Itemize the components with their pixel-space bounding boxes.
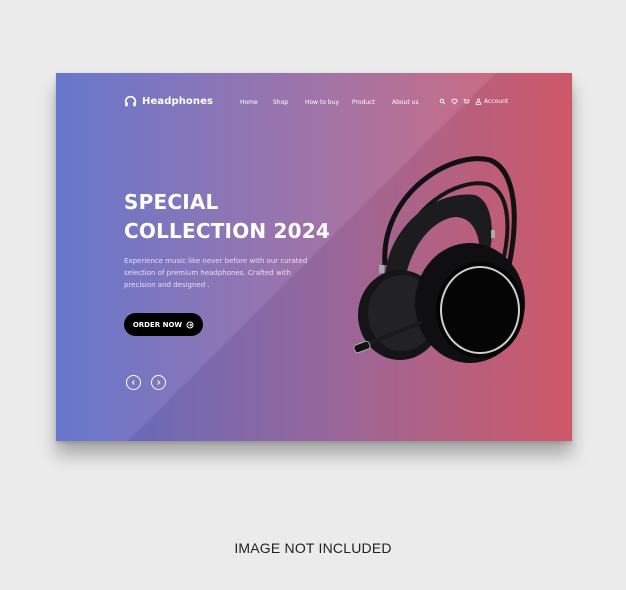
chevron-right-icon	[157, 380, 161, 385]
hero-title: SPECIAL COLLECTION 2024	[124, 188, 330, 246]
search-icon[interactable]	[439, 98, 446, 105]
nav-home[interactable]: Home	[240, 99, 258, 106]
header-actions: Account	[439, 98, 508, 105]
nav-how-to-buy[interactable]: How to buy	[305, 99, 339, 106]
logo-text: Headphones	[142, 96, 214, 107]
arrow-circle-right-icon	[186, 321, 194, 328]
order-now-button[interactable]: ORDER NOW	[124, 313, 203, 336]
image-not-included-note: IMAGE NOT INCLUDED	[234, 540, 392, 556]
logo[interactable]: Headphones	[124, 95, 213, 108]
nav-about-us[interactable]: About us	[392, 99, 419, 106]
user-icon	[475, 98, 482, 105]
next-slide-button[interactable]	[151, 375, 166, 390]
chevron-left-icon	[131, 380, 135, 385]
cart-icon[interactable]	[463, 98, 470, 105]
nav-shop[interactable]: Shop	[273, 99, 288, 106]
hero-description: Experience music like never before with …	[124, 257, 308, 289]
order-now-label: ORDER NOW	[132, 320, 183, 329]
headphones-product-image	[353, 156, 525, 363]
account-link[interactable]: Account	[475, 98, 508, 105]
nav-product[interactable]: Product	[352, 99, 375, 106]
landing-page-card: Headphones Home Shop How to buy Product …	[56, 73, 572, 441]
prev-slide-button[interactable]	[126, 375, 141, 390]
headphones-icon	[124, 95, 137, 107]
account-label: Account	[484, 98, 509, 105]
hero-title-line2: COLLECTION 2024	[124, 219, 330, 243]
heart-icon[interactable]	[451, 98, 458, 105]
hero-title-line1: SPECIAL	[124, 190, 219, 214]
